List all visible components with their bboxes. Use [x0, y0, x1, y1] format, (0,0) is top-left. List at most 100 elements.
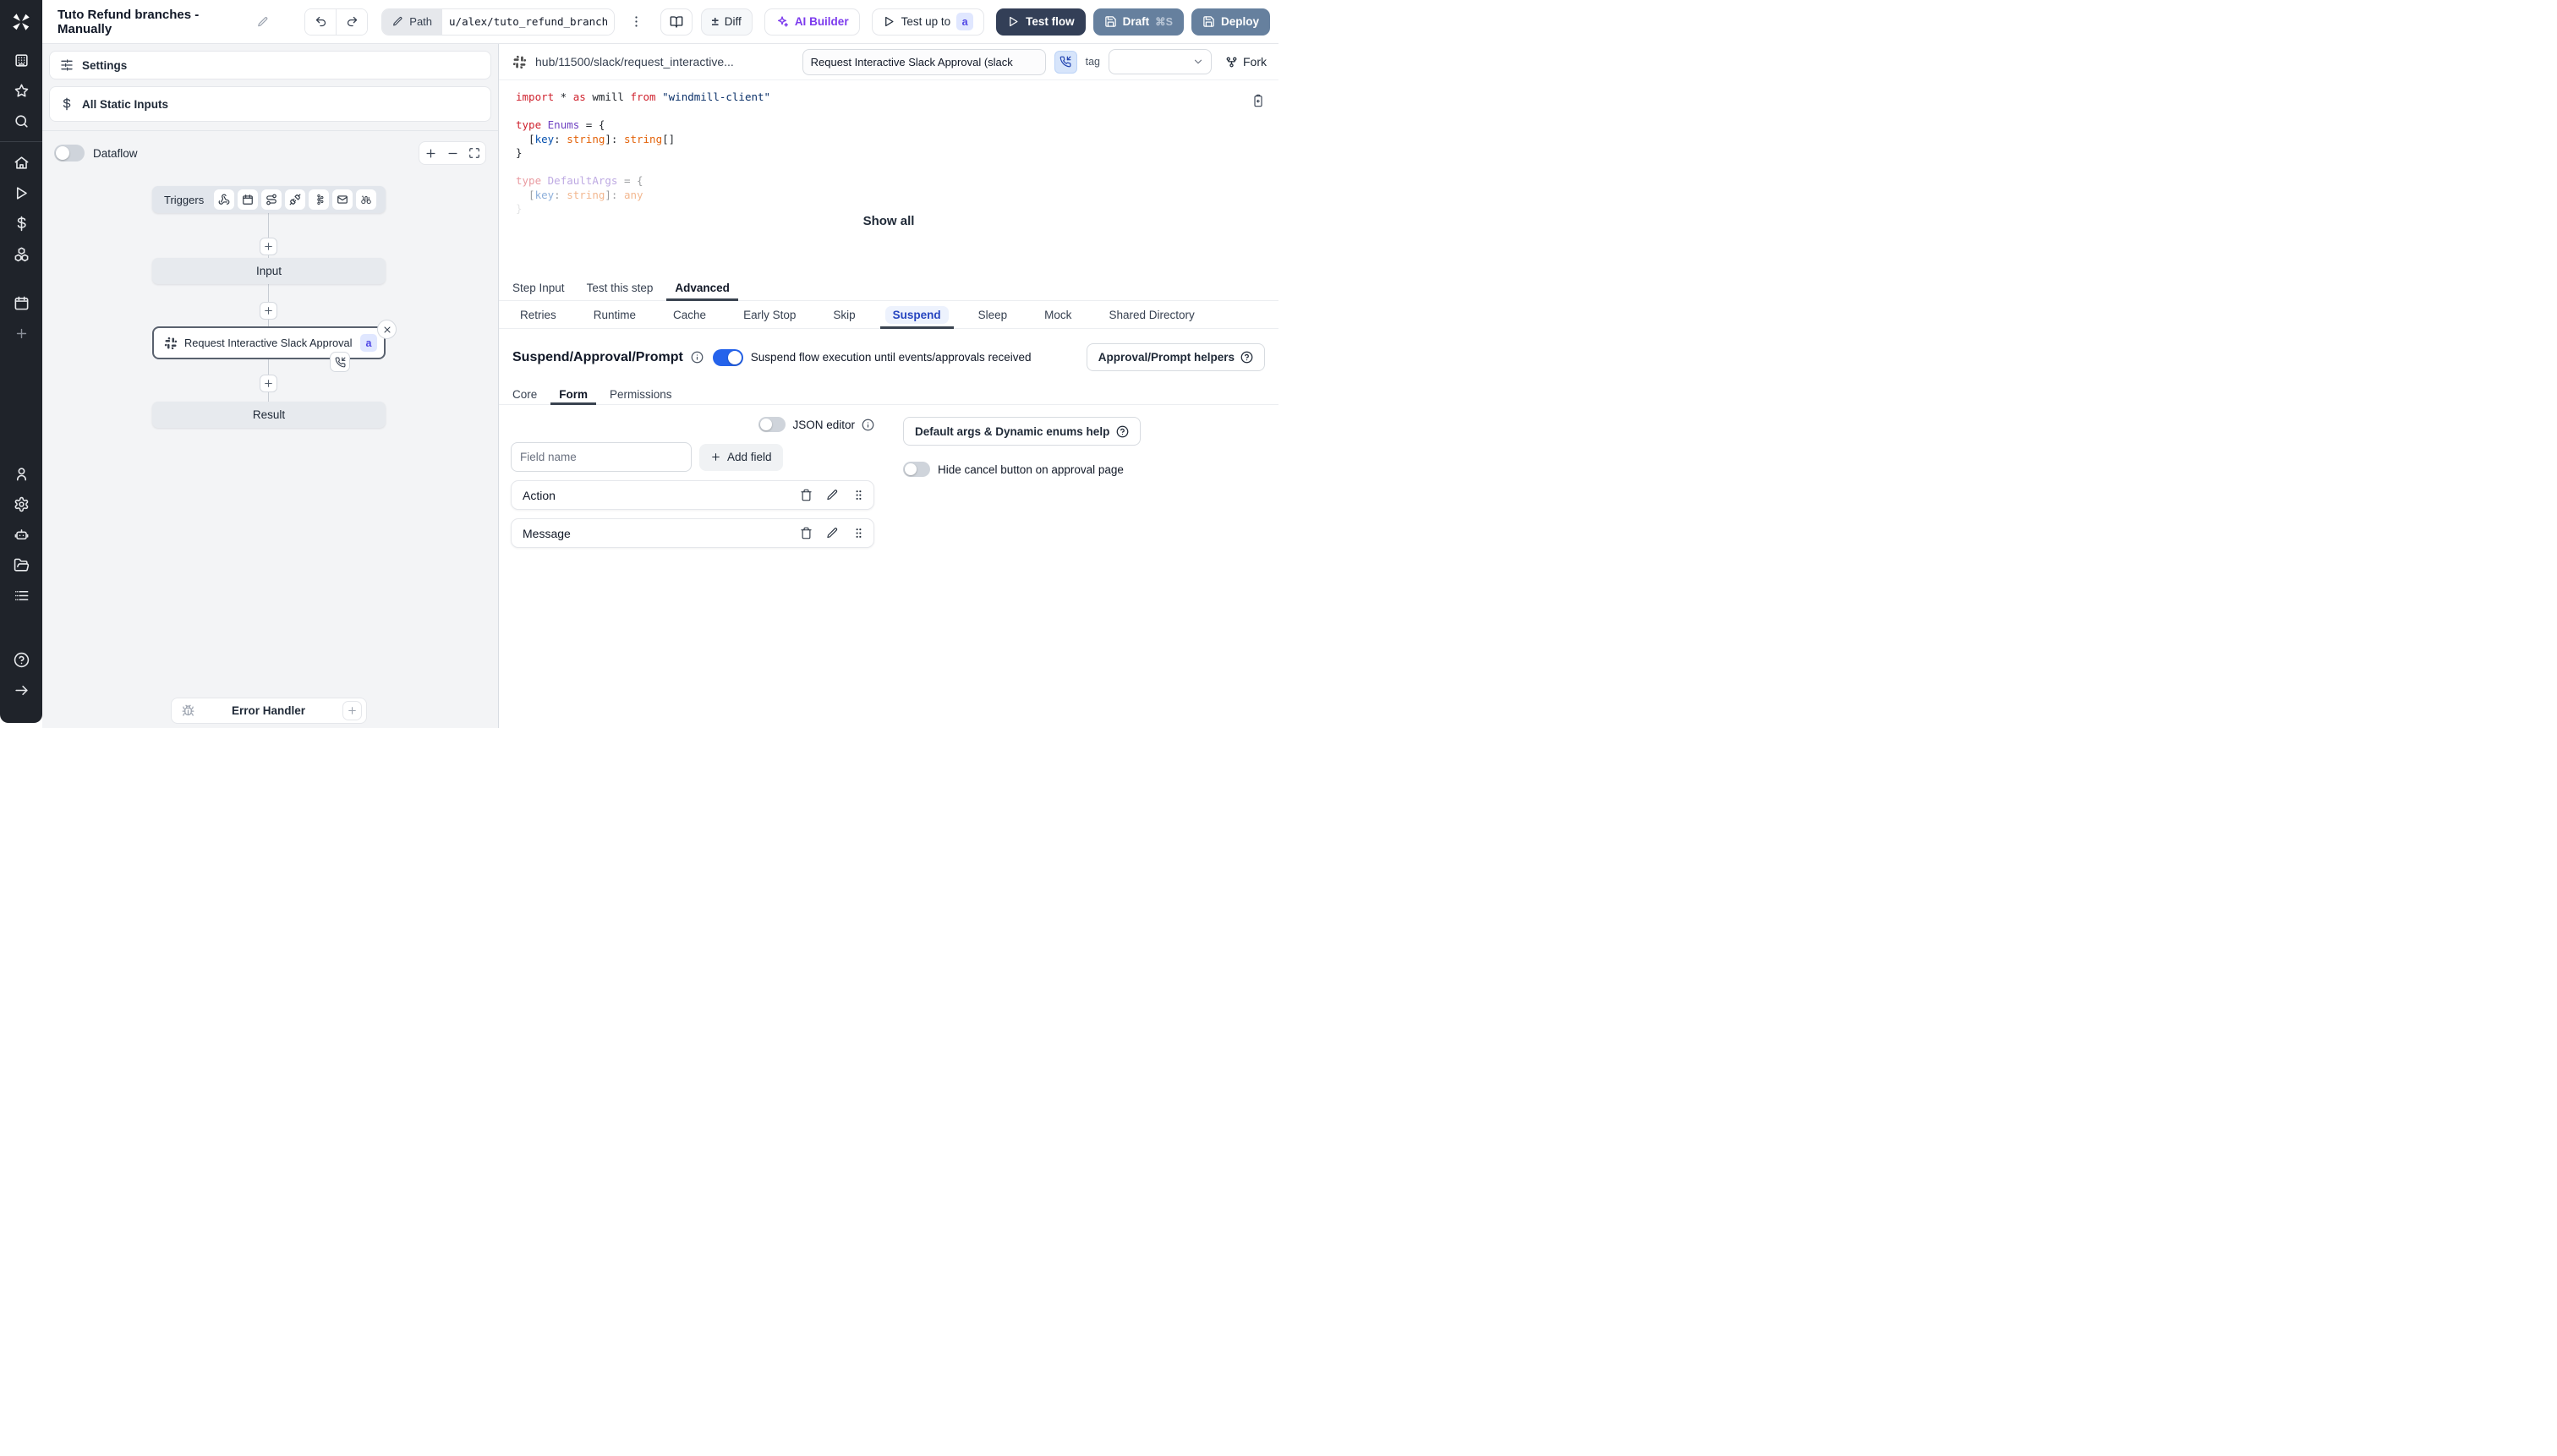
kafka-trigger-icon[interactable]: [309, 189, 330, 210]
info-icon: [862, 419, 874, 431]
json-editor-row: JSON editor: [511, 415, 874, 434]
edit-field-pencil-icon[interactable]: [826, 527, 839, 539]
search-icon[interactable]: [0, 106, 42, 136]
redo-button[interactable]: [336, 8, 368, 35]
subtab-retries[interactable]: Retries: [512, 301, 564, 328]
drag-field-grip-icon[interactable]: [852, 489, 865, 501]
subtab-early-stop[interactable]: Early Stop: [736, 301, 803, 328]
triggers-node[interactable]: Triggers: [152, 186, 386, 213]
error-handler-node[interactable]: Error Handler: [171, 698, 367, 724]
json-editor-toggle[interactable]: [758, 417, 786, 432]
suspend-section-header: Suspend/Approval/Prompt Suspend flow exe…: [499, 329, 1278, 380]
add-field-button[interactable]: Add field: [699, 443, 783, 471]
save-icon: [1202, 15, 1215, 28]
form-field-row[interactable]: Action: [511, 480, 874, 510]
scheduled-poll-trigger-icon[interactable]: [356, 189, 377, 210]
test-flow-button[interactable]: Test flow: [996, 8, 1086, 36]
collapse-sidebar-icon[interactable]: [0, 675, 42, 705]
diff-button[interactable]: ± Diff: [700, 8, 753, 36]
edit-title-icon[interactable]: [257, 16, 269, 28]
settings-gear-icon[interactable]: [0, 489, 42, 519]
docs-button[interactable]: [660, 8, 693, 36]
form-field-row[interactable]: Message: [511, 518, 874, 548]
edit-field-pencil-icon[interactable]: [826, 489, 839, 501]
tab-step-input[interactable]: Step Input: [512, 275, 565, 300]
subtab-cache[interactable]: Cache: [665, 301, 714, 328]
webhook-trigger-icon[interactable]: [214, 189, 235, 210]
resources-icon[interactable]: [0, 238, 42, 269]
schedule-trigger-icon[interactable]: [238, 189, 259, 210]
tag-select[interactable]: [1109, 49, 1212, 74]
ai-builder-button[interactable]: AI Builder: [764, 8, 860, 36]
tab-core[interactable]: Core: [512, 385, 537, 404]
advanced-subtabs: Retries Runtime Cache Early Stop Skip Su…: [499, 301, 1278, 329]
field-name-input[interactable]: [511, 442, 692, 472]
show-all-button[interactable]: Show all: [863, 214, 915, 228]
hub-script-path[interactable]: hub/11500/slack/request_interactive...: [535, 55, 734, 68]
delete-field-trash-icon[interactable]: [800, 527, 813, 539]
field-label: Message: [523, 526, 571, 540]
tab-advanced[interactable]: Advanced: [666, 275, 738, 301]
workers-bot-icon[interactable]: [0, 519, 42, 550]
subtab-runtime[interactable]: Runtime: [586, 301, 643, 328]
save-icon: [1104, 15, 1117, 28]
suspend-toggle[interactable]: [712, 348, 743, 366]
add-icon[interactable]: [0, 318, 42, 348]
favorites-star-icon[interactable]: [0, 75, 42, 106]
schedules-icon[interactable]: [0, 287, 42, 318]
drag-field-grip-icon[interactable]: [852, 527, 865, 539]
chevron-down-icon: [1192, 56, 1204, 68]
home-icon[interactable]: [0, 147, 42, 178]
play-icon: [1007, 15, 1020, 28]
tab-form[interactable]: Form: [550, 385, 596, 405]
help-icon[interactable]: [0, 644, 42, 675]
hide-cancel-toggle[interactable]: [903, 462, 930, 477]
user-icon[interactable]: [0, 458, 42, 489]
deploy-button[interactable]: Deploy: [1191, 8, 1271, 36]
test-up-to-button[interactable]: Test up to a: [871, 8, 985, 36]
slack-approval-step-node[interactable]: Request Interactive Slack Approval (... …: [152, 326, 386, 359]
subtab-shared-directory[interactable]: Shared Directory: [1101, 301, 1202, 328]
path-input[interactable]: [442, 8, 615, 35]
add-field-label: Add field: [727, 451, 772, 463]
code-editor[interactable]: import * as wmill from "windmill-client"…: [499, 80, 1278, 275]
http-route-trigger-icon[interactable]: [261, 189, 282, 210]
workspace-icon[interactable]: [0, 45, 42, 75]
insert-step-button[interactable]: [260, 302, 277, 320]
insert-step-button[interactable]: [260, 375, 277, 392]
subtab-mock[interactable]: Mock: [1037, 301, 1079, 328]
audit-logs-icon[interactable]: [0, 580, 42, 610]
insert-step-button[interactable]: [260, 238, 277, 255]
variables-icon[interactable]: [0, 208, 42, 238]
runs-icon[interactable]: [0, 178, 42, 208]
step-name-input[interactable]: [802, 48, 1046, 75]
undo-button[interactable]: [304, 8, 337, 35]
subtab-suspend[interactable]: Suspend: [879, 301, 954, 329]
delete-field-trash-icon[interactable]: [800, 489, 813, 501]
tab-test-this-step[interactable]: Test this step: [587, 275, 654, 300]
fork-button[interactable]: Fork: [1225, 55, 1267, 68]
tab-permissions[interactable]: Permissions: [610, 385, 672, 404]
default-args-help-button[interactable]: Default args & Dynamic enums help: [903, 417, 1142, 446]
approval-prompt-helpers-button[interactable]: Approval/Prompt helpers: [1086, 343, 1265, 371]
more-menu-icon[interactable]: [627, 9, 646, 35]
copy-code-clipboard-icon[interactable]: [1251, 94, 1265, 107]
suspend-phone-incoming-icon[interactable]: [330, 352, 350, 372]
draft-button[interactable]: Draft ⌘S: [1092, 8, 1184, 36]
add-error-handler-button[interactable]: [342, 701, 362, 720]
path-edit-button[interactable]: Path: [382, 8, 443, 35]
websocket-trigger-icon[interactable]: [285, 189, 306, 210]
flow-graph-panel: Settings All Static Inputs Dataflow Trig…: [42, 44, 499, 728]
flow-graph: Triggers Input Request Interactive Slack…: [42, 44, 498, 728]
subtab-skip[interactable]: Skip: [825, 301, 862, 328]
suspend-indicator-phone-icon[interactable]: [1054, 50, 1077, 74]
windmill-flow-editor: Tuto Refund branches - Manually Path ± D…: [0, 0, 1278, 728]
result-node[interactable]: Result: [152, 402, 386, 428]
delete-step-icon[interactable]: [377, 320, 397, 339]
email-trigger-icon[interactable]: [332, 189, 353, 210]
path-group: Path: [381, 8, 616, 36]
folders-icon[interactable]: [0, 550, 42, 580]
input-node[interactable]: Input: [152, 258, 386, 284]
info-icon: [691, 351, 704, 364]
subtab-sleep[interactable]: Sleep: [971, 301, 1016, 328]
